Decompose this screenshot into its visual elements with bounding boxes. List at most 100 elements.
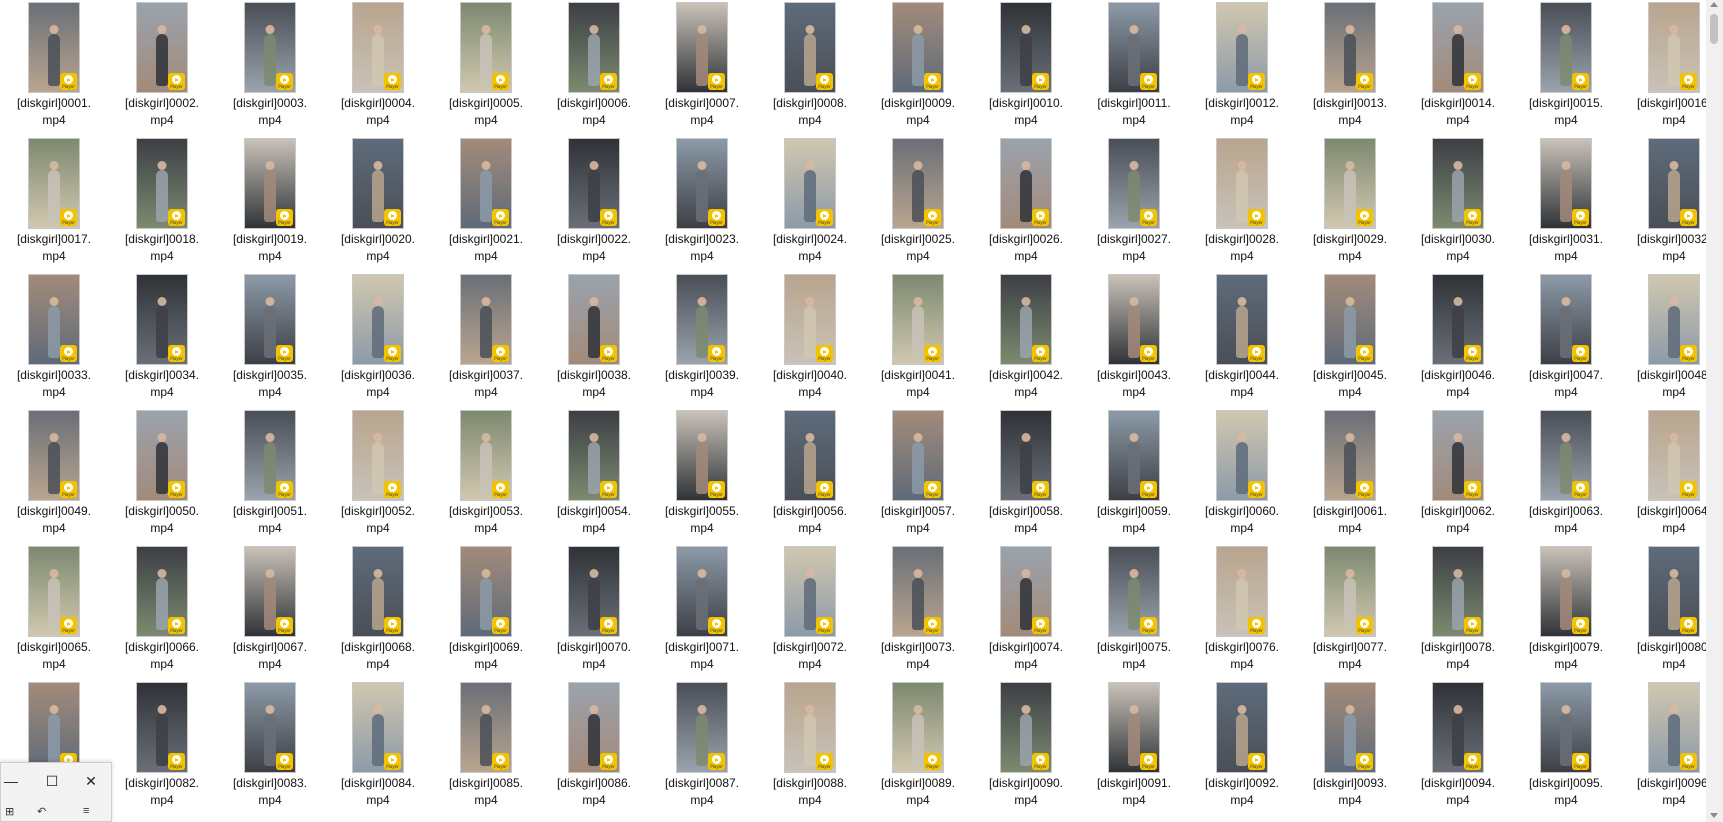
video-thumbnail[interactable]: Player [1648, 138, 1700, 229]
video-thumbnail[interactable]: Player [244, 682, 296, 773]
video-thumbnail[interactable]: Player [892, 138, 944, 229]
file-name[interactable]: [diskgirl]0025. mp4 [864, 231, 972, 265]
video-thumbnail[interactable]: Player [1324, 410, 1376, 501]
file-item[interactable]: Player [diskgirl]0029. mp4 [1296, 136, 1404, 272]
file-item[interactable]: Player [diskgirl]0002. mp4 [108, 0, 216, 136]
video-thumbnail[interactable]: Player [28, 274, 80, 365]
file-name[interactable]: [diskgirl]0041. mp4 [864, 367, 972, 401]
file-item[interactable]: Player [diskgirl]0018. mp4 [108, 136, 216, 272]
file-name[interactable]: [diskgirl]0035. mp4 [216, 367, 324, 401]
video-thumbnail[interactable]: Player [1108, 138, 1160, 229]
file-item[interactable]: Player [diskgirl]0028. mp4 [1188, 136, 1296, 272]
file-item[interactable]: Player [diskgirl]0083. mp4 [216, 680, 324, 816]
file-item[interactable]: Player [diskgirl]0086. mp4 [540, 680, 648, 816]
file-item[interactable]: Player [diskgirl]0022. mp4 [540, 136, 648, 272]
file-item[interactable]: Player [diskgirl]0011. mp4 [1080, 0, 1188, 136]
video-thumbnail[interactable]: Player [1324, 274, 1376, 365]
file-name[interactable]: [diskgirl]0042. mp4 [972, 367, 1080, 401]
file-item[interactable]: Player [diskgirl]0070. mp4 [540, 544, 648, 680]
video-thumbnail[interactable]: Player [1216, 546, 1268, 637]
file-name[interactable]: [diskgirl]0061. mp4 [1296, 503, 1404, 537]
file-item[interactable]: Player [diskgirl]0041. mp4 [864, 272, 972, 408]
video-thumbnail[interactable]: Player [1540, 682, 1592, 773]
video-thumbnail[interactable]: Player [244, 410, 296, 501]
video-thumbnail[interactable]: Player [1000, 546, 1052, 637]
file-name[interactable]: [diskgirl]0060. mp4 [1188, 503, 1296, 537]
file-name[interactable]: [diskgirl]0054. mp4 [540, 503, 648, 537]
file-name[interactable]: [diskgirl]0019. mp4 [216, 231, 324, 265]
video-thumbnail[interactable]: Player [460, 2, 512, 93]
file-item[interactable]: Player [diskgirl]0071. mp4 [648, 544, 756, 680]
vertical-scrollbar[interactable] [1706, 0, 1723, 822]
file-item[interactable]: Player [diskgirl]0007. mp4 [648, 0, 756, 136]
video-thumbnail[interactable]: Player [1324, 682, 1376, 773]
file-name[interactable]: [diskgirl]0095. mp4 [1512, 775, 1620, 809]
video-thumbnail[interactable]: Player [1000, 138, 1052, 229]
file-name[interactable]: [diskgirl]0004. mp4 [324, 95, 432, 129]
file-item[interactable]: Player [diskgirl]0089. mp4 [864, 680, 972, 816]
video-thumbnail[interactable]: Player [1324, 2, 1376, 93]
video-thumbnail[interactable]: Player [1324, 138, 1376, 229]
file-name[interactable]: [diskgirl]0065. mp4 [0, 639, 108, 673]
file-item[interactable]: Player [diskgirl]0063. mp4 [1512, 408, 1620, 544]
video-thumbnail[interactable]: Player [1000, 682, 1052, 773]
video-thumbnail[interactable]: Player [1648, 682, 1700, 773]
file-name[interactable]: [diskgirl]0082. mp4 [108, 775, 216, 809]
file-item[interactable]: Player [diskgirl]0024. mp4 [756, 136, 864, 272]
file-name[interactable]: [diskgirl]0049. mp4 [0, 503, 108, 537]
video-thumbnail[interactable]: Player [244, 274, 296, 365]
video-thumbnail[interactable]: Player [28, 138, 80, 229]
file-name[interactable]: [diskgirl]0083. mp4 [216, 775, 324, 809]
file-name[interactable]: [diskgirl]0045. mp4 [1296, 367, 1404, 401]
video-thumbnail[interactable]: Player [1648, 410, 1700, 501]
video-thumbnail[interactable]: Player [1540, 274, 1592, 365]
minimize-button[interactable]: — [3, 773, 19, 789]
video-thumbnail[interactable]: Player [136, 682, 188, 773]
file-name[interactable]: [diskgirl]0088. mp4 [756, 775, 864, 809]
file-name[interactable]: [diskgirl]0010. mp4 [972, 95, 1080, 129]
video-thumbnail[interactable]: Player [568, 410, 620, 501]
file-name[interactable]: [diskgirl]0043. mp4 [1080, 367, 1188, 401]
video-thumbnail[interactable]: Player [1000, 2, 1052, 93]
file-item[interactable]: Player [diskgirl]0059. mp4 [1080, 408, 1188, 544]
file-name[interactable]: [diskgirl]0034. mp4 [108, 367, 216, 401]
video-thumbnail[interactable]: Player [568, 682, 620, 773]
file-name[interactable]: [diskgirl]0020. mp4 [324, 231, 432, 265]
video-thumbnail[interactable]: Player [352, 410, 404, 501]
file-item[interactable]: Player [diskgirl]0009. mp4 [864, 0, 972, 136]
video-thumbnail[interactable]: Player [352, 2, 404, 93]
file-name[interactable]: [diskgirl]0001. mp4 [0, 95, 108, 129]
file-item[interactable]: Player [diskgirl]0040. mp4 [756, 272, 864, 408]
file-name[interactable]: [diskgirl]0068. mp4 [324, 639, 432, 673]
video-thumbnail[interactable]: Player [136, 138, 188, 229]
video-thumbnail[interactable]: Player [784, 410, 836, 501]
video-thumbnail[interactable]: Player [28, 410, 80, 501]
menu-icon[interactable]: ≡ [83, 805, 89, 817]
file-name[interactable]: [diskgirl]0009. mp4 [864, 95, 972, 129]
file-item[interactable]: Player [diskgirl]0068. mp4 [324, 544, 432, 680]
video-thumbnail[interactable]: Player [1108, 410, 1160, 501]
file-name[interactable]: [diskgirl]0093. mp4 [1296, 775, 1404, 809]
video-thumbnail[interactable]: Player [1000, 274, 1052, 365]
file-item[interactable]: Player [diskgirl]0060. mp4 [1188, 408, 1296, 544]
file-name[interactable]: [diskgirl]0077. mp4 [1296, 639, 1404, 673]
file-name[interactable]: [diskgirl]0072. mp4 [756, 639, 864, 673]
file-item[interactable]: Player [diskgirl]0010. mp4 [972, 0, 1080, 136]
video-thumbnail[interactable]: Player [676, 410, 728, 501]
video-thumbnail[interactable]: Player [568, 138, 620, 229]
file-item[interactable]: Player [diskgirl]0095. mp4 [1512, 680, 1620, 816]
file-name[interactable]: [diskgirl]0051. mp4 [216, 503, 324, 537]
video-thumbnail[interactable]: Player [1432, 138, 1484, 229]
file-item[interactable]: Player [diskgirl]0012. mp4 [1188, 0, 1296, 136]
file-item[interactable]: Player [diskgirl]0031. mp4 [1512, 136, 1620, 272]
file-name[interactable]: [diskgirl]0070. mp4 [540, 639, 648, 673]
file-name[interactable]: [diskgirl]0006. mp4 [540, 95, 648, 129]
file-item[interactable]: Player [diskgirl]0037. mp4 [432, 272, 540, 408]
video-thumbnail[interactable]: Player [1108, 682, 1160, 773]
video-thumbnail[interactable]: Player [460, 138, 512, 229]
video-thumbnail[interactable]: Player [676, 682, 728, 773]
file-name[interactable]: [diskgirl]0036. mp4 [324, 367, 432, 401]
video-thumbnail[interactable]: Player [1540, 546, 1592, 637]
file-name[interactable]: [diskgirl]0073. mp4 [864, 639, 972, 673]
video-thumbnail[interactable]: Player [892, 2, 944, 93]
